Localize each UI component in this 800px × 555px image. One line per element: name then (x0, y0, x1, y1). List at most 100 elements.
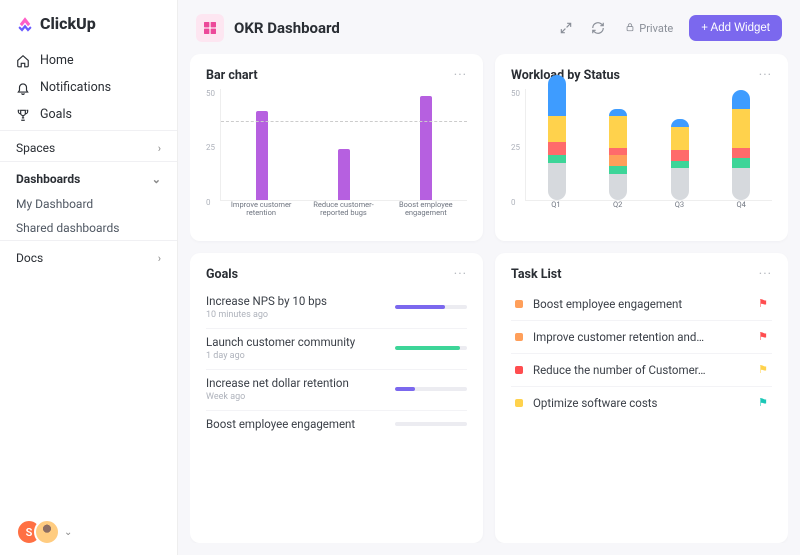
brand-logo[interactable]: ClickUp (0, 14, 177, 45)
goal-subtitle: 1 day ago (206, 351, 385, 361)
avatar (34, 519, 60, 545)
goal-title: Increase NPS by 10 bps (206, 294, 385, 308)
bar[interactable] (420, 96, 432, 200)
card-bar-chart: Bar chart ··· 50 25 0 Improve customer r… (190, 54, 483, 241)
section-title: Spaces (16, 141, 55, 155)
expand-button[interactable] (555, 17, 577, 39)
bar-segment (671, 150, 689, 160)
bar-segment (609, 116, 627, 147)
sidebar-section-spaces[interactable]: Spaces › (0, 130, 177, 161)
y-tick: 0 (511, 198, 525, 207)
bar-segment (548, 163, 566, 199)
x-tick: Q1 (525, 201, 587, 227)
card-more-button[interactable]: ··· (454, 267, 467, 282)
bar-segment (671, 127, 689, 150)
flag-icon[interactable]: ⚑ (758, 297, 768, 310)
card-title: Task List (511, 267, 561, 282)
sidebar-section-dashboards[interactable]: Dashboards ⌄ (0, 161, 177, 192)
refresh-button[interactable] (587, 17, 609, 39)
card-more-button[interactable]: ··· (759, 267, 772, 282)
x-tick: Q3 (649, 201, 711, 227)
sidebar-item-notifications[interactable]: Notifications (0, 74, 177, 101)
dashboard-header: OKR Dashboard Private + Add Widget (190, 0, 788, 54)
card-title: Bar chart (206, 68, 258, 83)
bar-segment (548, 116, 566, 142)
bar-segment (671, 161, 689, 169)
privacy-indicator[interactable]: Private (619, 22, 679, 35)
card-workload: Workload by Status ··· 50 25 0 Q1Q2Q3Q4 (495, 54, 788, 241)
task-row[interactable]: Optimize software costs ⚑ (511, 387, 772, 419)
task-title: Optimize software costs (533, 396, 748, 410)
task-title: Reduce the number of Customer… (533, 363, 748, 377)
brand-name: ClickUp (40, 14, 96, 33)
flag-icon[interactable]: ⚑ (758, 330, 768, 343)
stacked-bar-chart: 50 25 0 Q1Q2Q3Q4 (511, 89, 772, 227)
bar-segment (609, 109, 627, 117)
status-dot (515, 366, 523, 374)
sidebar-item-goals[interactable]: Goals (0, 101, 177, 128)
bar-segment (548, 142, 566, 155)
flag-icon[interactable]: ⚑ (758, 363, 768, 376)
x-tick: Q2 (587, 201, 649, 227)
bar-segment (609, 155, 627, 165)
bar-segment (732, 109, 750, 148)
x-tick: Q4 (710, 201, 772, 227)
bar-segment (671, 119, 689, 127)
goal-row[interactable]: Increase net dollar retentionWeek ago (206, 370, 467, 411)
page-title: OKR Dashboard (234, 19, 545, 37)
progress-bar (395, 387, 467, 391)
add-widget-button[interactable]: + Add Widget (689, 15, 782, 41)
y-tick: 50 (206, 89, 220, 98)
sidebar: ClickUp Home Notifications Goals Spaces … (0, 0, 178, 555)
stacked-bar[interactable] (548, 75, 566, 200)
x-tick: Improve customer retention (220, 201, 302, 227)
bar-segment (732, 148, 750, 158)
bar-chart: 50 25 0 Improve customer retentionReduce… (206, 89, 467, 227)
status-dot (515, 399, 523, 407)
sidebar-item-my-dashboard[interactable]: My Dashboard (0, 192, 177, 216)
card-more-button[interactable]: ··· (454, 68, 467, 83)
task-row[interactable]: Boost employee engagement⚑ (511, 288, 772, 321)
privacy-label: Private (639, 22, 673, 35)
status-dot (515, 300, 523, 308)
card-more-button[interactable]: ··· (759, 68, 772, 83)
stacked-bar[interactable] (609, 109, 627, 200)
card-title: Goals (206, 267, 238, 282)
stacked-bar[interactable] (671, 119, 689, 200)
flag-icon[interactable]: ⚑ (758, 396, 768, 409)
sidebar-item-home[interactable]: Home (0, 47, 177, 74)
goal-row[interactable]: Increase NPS by 10 bps10 minutes ago (206, 288, 467, 329)
card-goals: Goals ··· Increase NPS by 10 bps10 minut… (190, 253, 483, 544)
chevron-right-icon: › (158, 142, 161, 155)
bell-icon (16, 81, 30, 95)
bar-segment (732, 158, 750, 168)
dashboard-icon (196, 14, 224, 42)
bar[interactable] (338, 149, 350, 200)
bar[interactable] (256, 111, 268, 199)
goal-row[interactable]: Launch customer community1 day ago (206, 329, 467, 370)
sidebar-section-docs[interactable]: Docs › (0, 240, 177, 271)
y-tick: 25 (511, 143, 525, 152)
sidebar-item-label: Goals (40, 107, 72, 122)
bar-segment (609, 148, 627, 156)
trophy-icon (16, 108, 30, 122)
reference-line (221, 121, 467, 122)
bar-segment (609, 166, 627, 174)
bar-segment (548, 155, 566, 163)
main-content: OKR Dashboard Private + Add Widget Bar c… (178, 0, 800, 555)
chevron-right-icon: › (158, 252, 161, 265)
sidebar-item-label: Home (40, 53, 74, 68)
bar-segment (732, 90, 750, 108)
goal-row[interactable]: Boost employee engagement (206, 411, 467, 439)
sidebar-item-shared-dashboards[interactable]: Shared dashboards (0, 216, 177, 240)
task-row[interactable]: Reduce the number of Customer… ⚑ (511, 354, 772, 387)
chevron-down-icon: ⌄ (152, 173, 161, 186)
y-tick: 25 (206, 143, 220, 152)
task-row[interactable]: Improve customer retention and… ⚑ (511, 321, 772, 354)
section-title: Dashboards (16, 172, 80, 186)
y-tick: 50 (511, 89, 525, 98)
user-switcher[interactable]: S ⌄ (0, 519, 177, 545)
goal-title: Boost employee engagement (206, 417, 385, 431)
stacked-bar[interactable] (732, 90, 750, 199)
task-title: Improve customer retention and… (533, 330, 748, 344)
